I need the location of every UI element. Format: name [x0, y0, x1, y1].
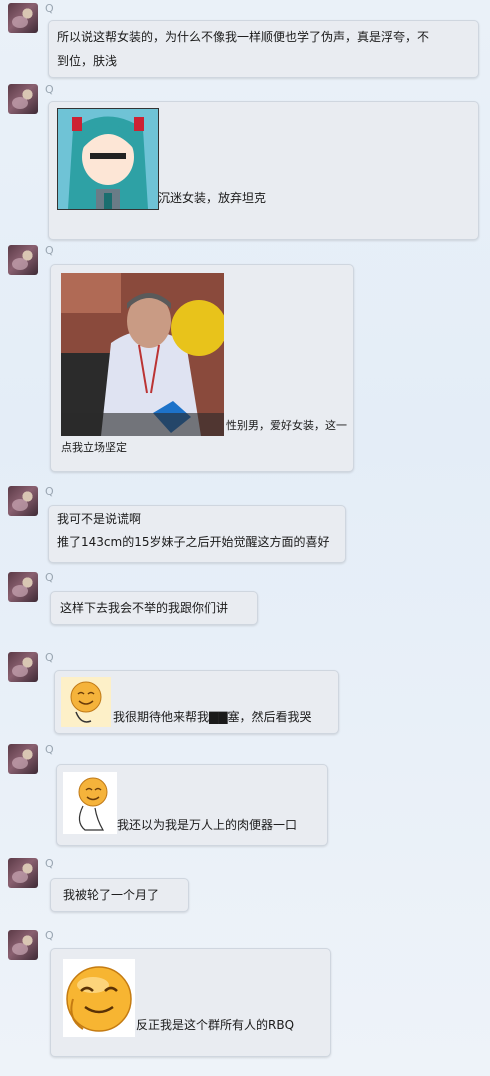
avatar[interactable]: [8, 858, 38, 888]
avatar[interactable]: [8, 572, 38, 602]
avatar[interactable]: [8, 84, 38, 114]
smiley-emoji-image[interactable]: [63, 959, 135, 1037]
message-bubble[interactable]: 反正我是这个群所有人的RBQ: [50, 948, 331, 1057]
smiley-emoji-image[interactable]: [61, 677, 111, 727]
message-text: 推了143cm的15岁妹子之后开始觉醒这方面的喜好: [57, 535, 330, 549]
message-bubble[interactable]: 性别男，爱好女装，这一 点我立场坚定: [50, 264, 354, 472]
avatar[interactable]: [8, 652, 38, 682]
avatar[interactable]: [8, 486, 38, 516]
message-text: 所以说这帮女装的，为什么不像我一样顺便也学了伪声，真是浮夸，不: [57, 30, 430, 44]
miku-sticker-image[interactable]: [57, 108, 159, 210]
sender-name: Q: [45, 571, 54, 584]
smiley-emoji-image[interactable]: [63, 772, 117, 834]
message-bubble[interactable]: 我还以为我是万人上的肉便器一口: [56, 764, 328, 846]
message-caption: 我很期待他来帮我▇▇塞，然后看我哭: [113, 710, 312, 724]
sender-name: Q: [45, 651, 54, 664]
sender-name: Q: [45, 929, 54, 942]
avatar[interactable]: [8, 744, 38, 774]
message-bubble[interactable]: 我很期待他来帮我▇▇塞，然后看我哭: [54, 670, 339, 734]
message-bubble[interactable]: 我被轮了一个月了: [50, 878, 189, 912]
message-bubble[interactable]: 沉迷女装，放弃坦克: [48, 101, 479, 240]
message-caption: 性别男，爱好女装，这一: [226, 419, 347, 432]
message-bubble[interactable]: 所以说这帮女装的，为什么不像我一样顺便也学了伪声，真是浮夸，不 到位，肤浅: [48, 20, 479, 78]
sender-name: Q: [45, 83, 54, 96]
avatar[interactable]: [8, 245, 38, 275]
message-caption: 我还以为我是万人上的肉便器一口: [117, 818, 298, 832]
sender-name: Q: [45, 2, 54, 15]
message-caption: 反正我是这个群所有人的RBQ: [136, 1018, 295, 1032]
message-text: 到位，肤浅: [57, 54, 118, 68]
man-photo-image[interactable]: [61, 273, 224, 436]
avatar[interactable]: [8, 3, 38, 33]
message-caption: 点我立场坚定: [61, 441, 127, 454]
message-bubble[interactable]: 我可不是说谎啊 推了143cm的15岁妹子之后开始觉醒这方面的喜好: [48, 505, 346, 563]
sender-name: Q: [45, 244, 54, 257]
message-text: 我可不是说谎啊: [57, 512, 142, 526]
message-bubble[interactable]: 这样下去我会不举的我跟你们讲: [50, 591, 258, 625]
sender-name: Q: [45, 485, 54, 498]
sender-name: Q: [45, 743, 54, 756]
message-text: 我被轮了一个月了: [63, 888, 160, 902]
sender-name: Q: [45, 857, 54, 870]
avatar[interactable]: [8, 930, 38, 960]
message-caption: 沉迷女装，放弃坦克: [158, 191, 267, 205]
message-text: 这样下去我会不举的我跟你们讲: [60, 601, 229, 615]
